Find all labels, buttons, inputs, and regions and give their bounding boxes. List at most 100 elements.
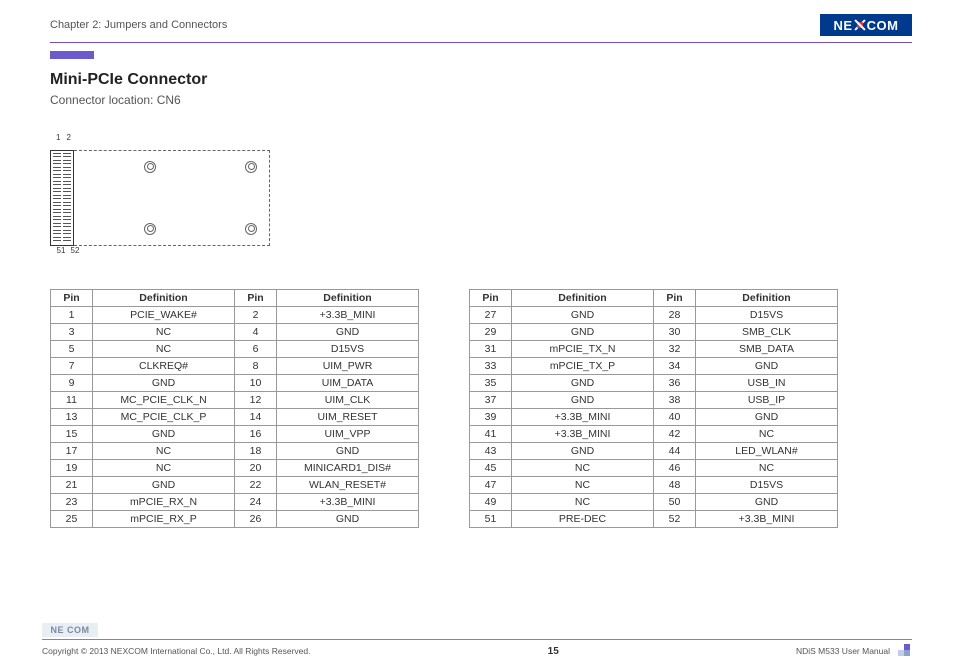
definition-cell: GND [277,323,419,340]
definition-cell: NC [93,459,235,476]
definition-cell: +3.3B_MINI [512,425,654,442]
pin-cell: 44 [654,442,696,459]
pin-cell: 15 [51,425,93,442]
table-row: 9GND10UIM_DATA [51,374,419,391]
pin-cell: 20 [235,459,277,476]
table-row: 45NC46NC [470,459,838,476]
definition-cell: NC [512,493,654,510]
pin-cell: 37 [470,391,512,408]
pin-cell: 25 [51,510,93,527]
table-row: 1PCIE_WAKE#2+3.3B_MINI [51,306,419,323]
pin-table-left: Pin Definition Pin Definition 1PCIE_WAKE… [50,289,419,528]
definition-cell: CLKREQ# [93,357,235,374]
table-row: 37GND38USB_IP [470,391,838,408]
table-row: 19NC20MINICARD1_DIS# [51,459,419,476]
table-row: 51PRE-DEC52+3.3B_MINI [470,510,838,527]
definition-cell: MC_PCIE_CLK_N [93,391,235,408]
board-outline-icon [74,150,270,246]
table-row: 43GND44LED_WLAN# [470,442,838,459]
definition-cell: NC [696,459,838,476]
th-pin: Pin [51,289,93,306]
table-row: 25mPCIE_RX_P26GND [51,510,419,527]
pin-cell: 42 [654,425,696,442]
definition-cell: WLAN_RESET# [277,476,419,493]
table-row: 27GND28D15VS [470,306,838,323]
header-divider [50,42,912,43]
pin-cell: 40 [654,408,696,425]
definition-cell: +3.3B_MINI [277,493,419,510]
pin-cell: 47 [470,476,512,493]
pin-cell: 8 [235,357,277,374]
definition-cell: USB_IP [696,391,838,408]
pin-cell: 1 [51,306,93,323]
pin-cell: 19 [51,459,93,476]
mount-hole-icon [245,223,257,235]
table-row: 35GND36USB_IN [470,374,838,391]
definition-cell: D15VS [696,476,838,493]
definition-cell: GND [512,374,654,391]
definition-cell: UIM_RESET [277,408,419,425]
definition-cell: D15VS [696,306,838,323]
th-pin: Pin [654,289,696,306]
pin-cell: 30 [654,323,696,340]
table-row: 29GND30SMB_CLK [470,323,838,340]
table-row: 13MC_PCIE_CLK_P14UIM_RESET [51,408,419,425]
pin-cell: 7 [51,357,93,374]
pin-cell: 6 [235,340,277,357]
mount-hole-icon [144,223,156,235]
definition-cell: GND [277,442,419,459]
definition-cell: UIM_VPP [277,425,419,442]
th-definition: Definition [93,289,235,306]
definition-cell: mPCIE_RX_N [93,493,235,510]
definition-cell: SMB_DATA [696,340,838,357]
pin-cell: 11 [51,391,93,408]
pin-cell: 14 [235,408,277,425]
th-pin: Pin [235,289,277,306]
definition-cell: NC [512,459,654,476]
pin-cell: 38 [654,391,696,408]
definition-cell: GND [93,374,235,391]
pin-cell: 33 [470,357,512,374]
pin-label-2: 2 [66,133,76,142]
definition-cell: NC [93,442,235,459]
table-row: 5NC6D15VS [51,340,419,357]
table-row: 3NC4GND [51,323,419,340]
pin-cell: 31 [470,340,512,357]
definition-cell: GND [696,493,838,510]
pin-cell: 10 [235,374,277,391]
nexcom-logo: NE COM [820,14,912,36]
pin-cell: 9 [51,374,93,391]
pin-cell: 22 [235,476,277,493]
pin-cell: 45 [470,459,512,476]
table-row: 39+3.3B_MINI40GND [470,408,838,425]
table-row: 23mPCIE_RX_N24+3.3B_MINI [51,493,419,510]
table-row: 49NC50GND [470,493,838,510]
definition-cell: UIM_DATA [277,374,419,391]
table-row: 7CLKREQ#8UIM_PWR [51,357,419,374]
pin-cell: 50 [654,493,696,510]
pin-cell: 36 [654,374,696,391]
pin-cell: 21 [51,476,93,493]
definition-cell: GND [93,476,235,493]
pin-cell: 3 [51,323,93,340]
definition-cell: +3.3B_MINI [696,510,838,527]
pin-cell: 12 [235,391,277,408]
page-number: 15 [548,646,559,657]
pin-cell: 18 [235,442,277,459]
pin-cell: 51 [470,510,512,527]
definition-cell: NC [696,425,838,442]
chapter-title: Chapter 2: Jumpers and Connectors [50,19,227,31]
definition-cell: GND [93,425,235,442]
pin-cell: 41 [470,425,512,442]
table-row: 31mPCIE_TX_N32SMB_DATA [470,340,838,357]
definition-cell: +3.3B_MINI [277,306,419,323]
pin-cell: 16 [235,425,277,442]
table-row: 15GND16UIM_VPP [51,425,419,442]
definition-cell: NC [93,340,235,357]
definition-cell: NC [93,323,235,340]
definition-cell: GND [512,323,654,340]
pin-cell: 17 [51,442,93,459]
pin-cell: 29 [470,323,512,340]
pin-cell: 34 [654,357,696,374]
definition-cell: GND [512,306,654,323]
